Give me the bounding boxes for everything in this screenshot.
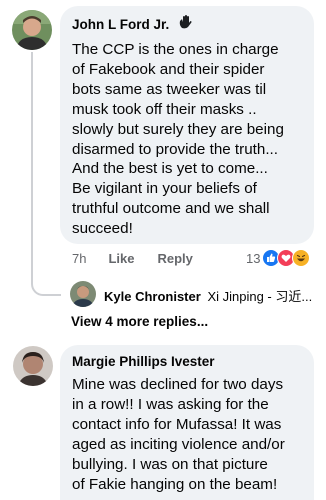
comment-timestamp[interactable]: 7h [72, 251, 86, 266]
comment-text: The CCP is the ones in charge of Fakeboo… [72, 41, 284, 238]
thread-connector-line [31, 52, 61, 296]
avatar[interactable] [12, 10, 52, 50]
comment-bubble: John L Ford Jr. The CCP is the ones in c… [60, 6, 314, 244]
avatar[interactable] [13, 346, 53, 386]
reply-preview[interactable]: Kyle Chronister Xi Jinping - 习近... [104, 286, 316, 305]
reaction-summary[interactable]: 13 [246, 249, 311, 267]
like-button[interactable]: Like [108, 251, 134, 266]
comment-actions: 7h Like Reply [72, 251, 216, 266]
reply-text: Xi Jinping - 习近... [207, 289, 313, 304]
comment-bubble: Margie Phillips Ivester Mine was decline… [60, 345, 314, 500]
reply-button[interactable]: Reply [157, 251, 192, 266]
comment-author[interactable]: John L Ford Jr. [72, 16, 169, 33]
comment-text: Mine was declined for two days in a row!… [72, 376, 285, 493]
view-more-replies-link[interactable]: View 4 more replies... [71, 314, 208, 329]
reply-avatar[interactable] [70, 281, 96, 307]
comment-author[interactable]: Margie Phillips Ivester [72, 353, 302, 370]
haha-reaction-icon [292, 249, 311, 267]
reaction-count: 13 [246, 250, 261, 266]
reply-author[interactable]: Kyle Chronister [104, 289, 201, 304]
wave-hand-icon [177, 14, 193, 35]
